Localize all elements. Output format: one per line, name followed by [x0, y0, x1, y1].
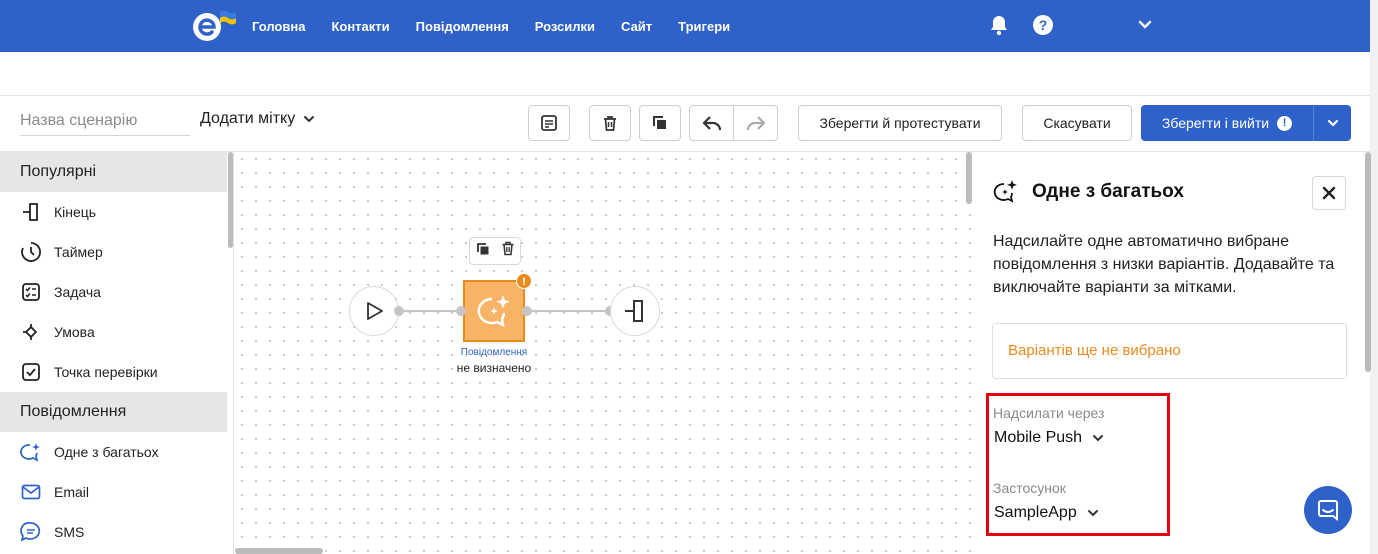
page-scrollbar[interactable] — [1370, 0, 1378, 554]
canvas-vertical-scrollbar[interactable] — [966, 152, 972, 204]
sidebar-item-sms[interactable]: SMS — [0, 512, 227, 552]
message-input-connector[interactable] — [456, 306, 466, 316]
message-node-caption: Повідомлення не визначено — [440, 347, 548, 375]
note-icon — [541, 115, 557, 131]
trash-icon — [502, 241, 513, 256]
save-and-exit-label: Зберегти і вийти — [1161, 115, 1270, 131]
timer-icon — [20, 241, 42, 263]
sidebar-item-label: Задача — [54, 284, 101, 300]
save-and-test-button[interactable]: Зберегти й протестувати — [798, 105, 1002, 141]
variants-box[interactable]: Варіантів ще не вибрано — [992, 323, 1347, 379]
condition-icon — [20, 321, 42, 343]
sidebar-item-task[interactable]: Задача — [0, 272, 227, 312]
sidebar-item-condition[interactable]: Умова — [0, 312, 227, 352]
copy-button[interactable] — [639, 105, 681, 141]
sidebar-item-label: Email — [54, 484, 90, 500]
sidebar-item-end[interactable]: Кінець — [0, 192, 227, 232]
notes-button[interactable] — [528, 105, 570, 141]
nav-triggers[interactable]: Тригери — [678, 19, 730, 34]
message-output-connector[interactable] — [522, 306, 532, 316]
chat-icon — [1318, 500, 1338, 521]
sidebar-item-label: Точка перевірки — [54, 364, 158, 380]
nav-contacts[interactable]: Контакти — [331, 19, 389, 34]
panel-title: Одне з багатьох — [1032, 181, 1184, 202]
end-icon — [20, 201, 42, 223]
node-status-label: не визначено — [456, 361, 532, 375]
end-node[interactable] — [610, 286, 660, 336]
sidebar-item-label: Одне з багатьох — [54, 444, 159, 460]
chevron-down-icon — [1327, 119, 1338, 127]
section-messages: Повідомлення — [0, 392, 227, 432]
checkpoint-icon — [20, 361, 42, 383]
section-popular: Популярні — [0, 152, 227, 192]
sidebar-scrollbar[interactable] — [228, 152, 233, 248]
cancel-button[interactable]: Скасувати — [1022, 105, 1132, 141]
add-tag-dropdown[interactable]: Додати мітку — [200, 110, 315, 128]
sidebar-item-label: SMS — [54, 524, 85, 540]
subheader-strip — [0, 52, 1370, 96]
nav-site[interactable]: Сайт — [621, 19, 652, 34]
edge-message-to-end — [526, 310, 610, 312]
undo-button[interactable] — [689, 105, 734, 141]
sidebar-item-label: Таймер — [54, 244, 103, 260]
help-icon[interactable]: ? — [1033, 15, 1053, 35]
sidebar-item-email[interactable]: Email — [0, 472, 227, 512]
workflow-canvas[interactable] — [235, 152, 973, 554]
panel-header: Одне з багатьох — [992, 178, 1184, 206]
save-options-toggle[interactable] — [1313, 105, 1351, 141]
sidebar-item-checkpoint[interactable]: Точка перевірки — [0, 352, 227, 392]
blocks-sidebar: Популярні Кінець Таймер Задача Умова Точ… — [0, 152, 234, 554]
edge-start-to-message — [398, 310, 462, 312]
close-panel-button[interactable] — [1312, 176, 1346, 210]
scenario-name-input[interactable] — [20, 106, 190, 136]
sidebar-item-timer[interactable]: Таймер — [0, 232, 227, 272]
sms-icon — [20, 521, 42, 543]
bell-icon[interactable] — [989, 14, 1009, 41]
redo-button[interactable] — [733, 105, 778, 141]
copy-node-button[interactable] — [476, 242, 490, 261]
copy-icon — [653, 116, 666, 129]
node-actions-toolbar — [469, 237, 521, 265]
highlight-frame — [986, 393, 1170, 536]
esputnik-logo[interactable] — [190, 8, 238, 44]
panel-scrollbar[interactable] — [1365, 152, 1371, 372]
chevron-down-icon — [304, 116, 315, 123]
sidebar-item-one-of-many[interactable]: Одне з багатьох — [0, 432, 227, 472]
message-node[interactable] — [463, 280, 525, 342]
sparkle-chat-icon — [20, 441, 42, 463]
start-node[interactable] — [349, 286, 399, 336]
add-tag-label: Додати мітку — [200, 110, 296, 127]
chevron-down-icon[interactable] — [1138, 18, 1152, 37]
panel-description: Надсилайте одне автоматично вибране пові… — [993, 233, 1335, 296]
save-and-exit-group: Зберегти і вийти ! — [1141, 105, 1351, 141]
support-chat-button[interactable] — [1304, 486, 1352, 534]
email-icon — [20, 481, 42, 503]
end-icon — [625, 300, 643, 322]
redo-icon — [746, 116, 765, 131]
nav-campaigns[interactable]: Розсилки — [535, 19, 595, 34]
nav-home[interactable]: Головна — [252, 19, 305, 34]
delete-button[interactable] — [589, 105, 631, 141]
main-nav: Головна Контакти Повідомлення Розсилки С… — [252, 0, 730, 52]
task-icon — [20, 281, 42, 303]
editor-toolbar: Додати мітку Зберегти й протестувати Ска… — [0, 96, 1370, 152]
sparkle-chat-icon — [993, 180, 1017, 203]
canvas-horizontal-scrollbar[interactable] — [235, 548, 323, 554]
play-icon — [367, 302, 383, 320]
sparkle-chat-icon — [477, 295, 510, 328]
trash-icon — [604, 116, 616, 131]
nav-messages[interactable]: Повідомлення — [416, 19, 509, 34]
close-icon — [1322, 186, 1336, 200]
warning-badge: ! — [516, 273, 532, 289]
sidebar-item-label: Кінець — [54, 204, 97, 220]
node-type-label: Повідомлення — [460, 347, 528, 358]
sidebar-item-label: Умова — [54, 324, 95, 340]
copy-icon — [476, 242, 488, 254]
top-nav-bar: Головна Контакти Повідомлення Розсилки С… — [0, 0, 1370, 52]
delete-node-button[interactable] — [501, 241, 515, 261]
undo-icon — [702, 116, 721, 131]
save-and-exit-button[interactable]: Зберегти і вийти ! — [1141, 105, 1313, 141]
start-output-connector[interactable] — [394, 306, 404, 316]
alert-icon: ! — [1277, 115, 1293, 131]
